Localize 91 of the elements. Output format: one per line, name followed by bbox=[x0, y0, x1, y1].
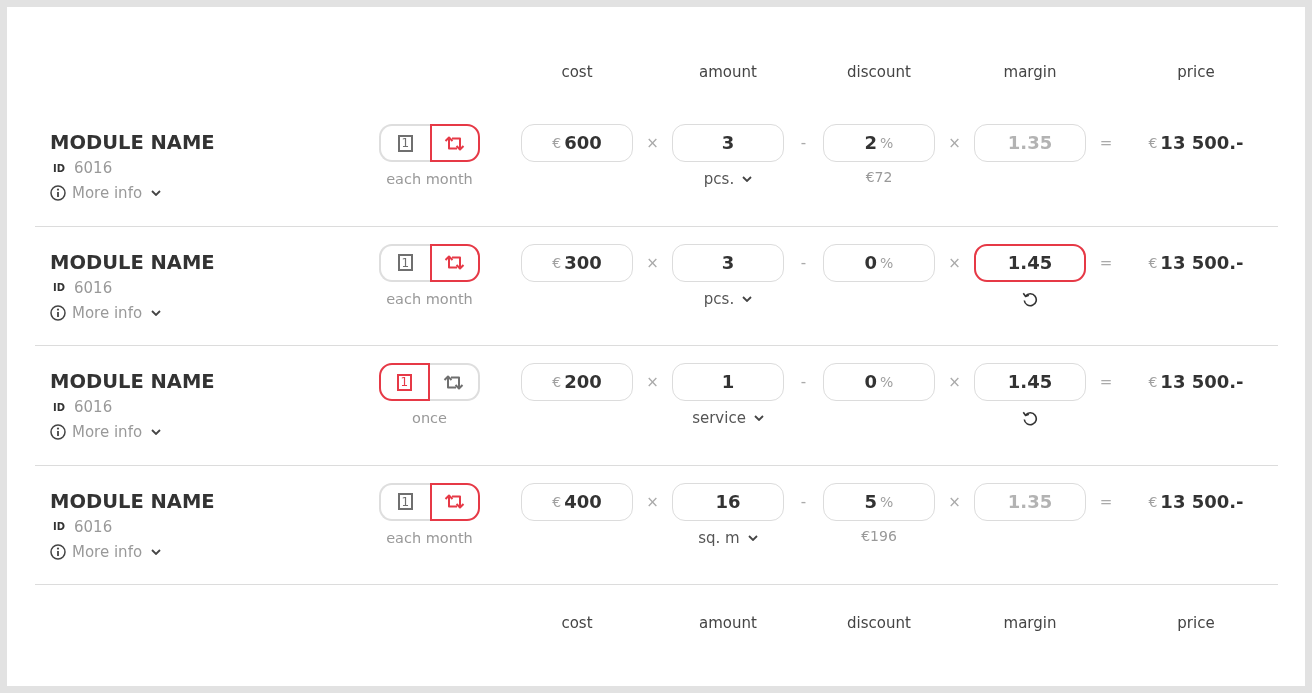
operator: - bbox=[800, 372, 807, 393]
operator: × bbox=[948, 133, 961, 154]
discount-amount: €72 bbox=[865, 168, 893, 187]
discount-field[interactable]: 2 % bbox=[823, 124, 935, 162]
column-header: discount bbox=[847, 62, 911, 83]
once-button[interactable]: 1 bbox=[379, 243, 430, 282]
reset-icon[interactable] bbox=[1022, 290, 1038, 307]
module-name: MODULE NAME bbox=[50, 131, 215, 155]
unit-dropdown[interactable]: pcs. bbox=[703, 167, 753, 191]
margin-field[interactable]: 1.45 bbox=[974, 363, 1086, 401]
info-icon bbox=[50, 304, 66, 321]
info-icon bbox=[50, 185, 66, 201]
operator: = bbox=[1099, 372, 1113, 393]
column-header: amount bbox=[699, 613, 757, 634]
repeat-icon bbox=[444, 135, 466, 151]
info-icon bbox=[50, 424, 66, 440]
reset-icon[interactable] bbox=[1022, 410, 1038, 426]
once-button[interactable]: 1 bbox=[379, 124, 430, 162]
unit-dropdown[interactable]: pcs. bbox=[703, 286, 753, 311]
module-name: MODULE NAME bbox=[50, 370, 215, 394]
repeat-icon bbox=[444, 494, 466, 509]
module-id: 6016 bbox=[74, 158, 113, 178]
amount-field[interactable]: 16 bbox=[672, 482, 784, 521]
chevron-down-icon bbox=[151, 429, 162, 435]
repeat-button[interactable] bbox=[429, 124, 480, 162]
chevron-down-icon bbox=[753, 415, 764, 421]
operator: × bbox=[948, 252, 961, 274]
discount-field[interactable]: 5 % bbox=[823, 482, 935, 521]
column-header: discount bbox=[847, 613, 911, 634]
id-label: ID bbox=[53, 281, 66, 294]
chevron-down-icon bbox=[742, 176, 753, 182]
operator: - bbox=[800, 491, 807, 513]
column-header: price bbox=[1177, 613, 1215, 634]
cost-field[interactable]: € 200 bbox=[521, 363, 633, 401]
price-value: € 13 500.- bbox=[1148, 489, 1244, 514]
cost-field[interactable]: € 400 bbox=[521, 482, 633, 521]
id-label: ID bbox=[53, 520, 66, 533]
amount-field[interactable]: 3 bbox=[672, 243, 784, 282]
column-header: price bbox=[1177, 62, 1215, 83]
operator: = bbox=[1099, 252, 1113, 274]
id-label: ID bbox=[53, 400, 66, 414]
cost-field[interactable]: € 600 bbox=[521, 124, 633, 162]
module-id: 6016 bbox=[74, 397, 113, 417]
discount-field[interactable]: 0 % bbox=[823, 363, 935, 401]
frequency-label: each month bbox=[386, 170, 473, 189]
operator: - bbox=[800, 252, 807, 274]
chevron-down-icon bbox=[151, 309, 162, 316]
operator: × bbox=[646, 372, 659, 393]
operator: × bbox=[646, 252, 659, 274]
repeat-icon bbox=[444, 255, 466, 270]
chevron-down-icon bbox=[151, 548, 162, 555]
unit-dropdown[interactable]: service bbox=[692, 406, 764, 430]
price-value: € 13 500.- bbox=[1148, 250, 1244, 275]
discount-amount: €196 bbox=[861, 526, 897, 546]
repeat-button[interactable] bbox=[429, 243, 480, 282]
column-header: margin bbox=[1003, 62, 1057, 83]
chevron-down-icon bbox=[151, 190, 162, 196]
price-value: € 13 500.- bbox=[1148, 370, 1244, 394]
chevron-down-icon bbox=[742, 295, 753, 302]
price-value: € 13 500.- bbox=[1148, 131, 1244, 155]
once-button[interactable]: 1 bbox=[379, 363, 430, 401]
column-header: cost bbox=[561, 62, 593, 83]
module-name: MODULE NAME bbox=[50, 489, 215, 514]
info-icon bbox=[50, 543, 66, 560]
repeat-button[interactable] bbox=[429, 482, 480, 521]
repeat-icon bbox=[443, 374, 465, 390]
column-header: margin bbox=[1003, 613, 1057, 634]
id-label: ID bbox=[53, 161, 66, 175]
operator: = bbox=[1099, 491, 1113, 513]
column-header: amount bbox=[699, 62, 757, 83]
column-header: cost bbox=[561, 613, 593, 634]
discount-field[interactable]: 0 % bbox=[823, 243, 935, 282]
frequency-label: each month bbox=[386, 289, 473, 309]
unit-dropdown[interactable]: sq. m bbox=[698, 525, 758, 550]
operator: = bbox=[1099, 133, 1113, 154]
module-id: 6016 bbox=[74, 277, 113, 298]
once-button[interactable]: 1 bbox=[379, 482, 430, 521]
cost-field[interactable]: € 300 bbox=[521, 243, 633, 282]
operator: - bbox=[800, 133, 807, 154]
chevron-down-icon bbox=[747, 534, 758, 541]
operator: × bbox=[948, 372, 961, 393]
module-name: MODULE NAME bbox=[50, 250, 215, 275]
operator: × bbox=[646, 133, 659, 154]
margin-field[interactable]: 1.45 bbox=[974, 243, 1086, 282]
operator: × bbox=[646, 491, 659, 513]
operator: × bbox=[948, 491, 961, 513]
module-id: 6016 bbox=[74, 516, 113, 537]
frequency-label: once bbox=[412, 409, 447, 428]
frequency-label: each month bbox=[386, 528, 473, 548]
amount-field[interactable]: 1 bbox=[672, 363, 784, 401]
amount-field[interactable]: 3 bbox=[672, 124, 784, 162]
